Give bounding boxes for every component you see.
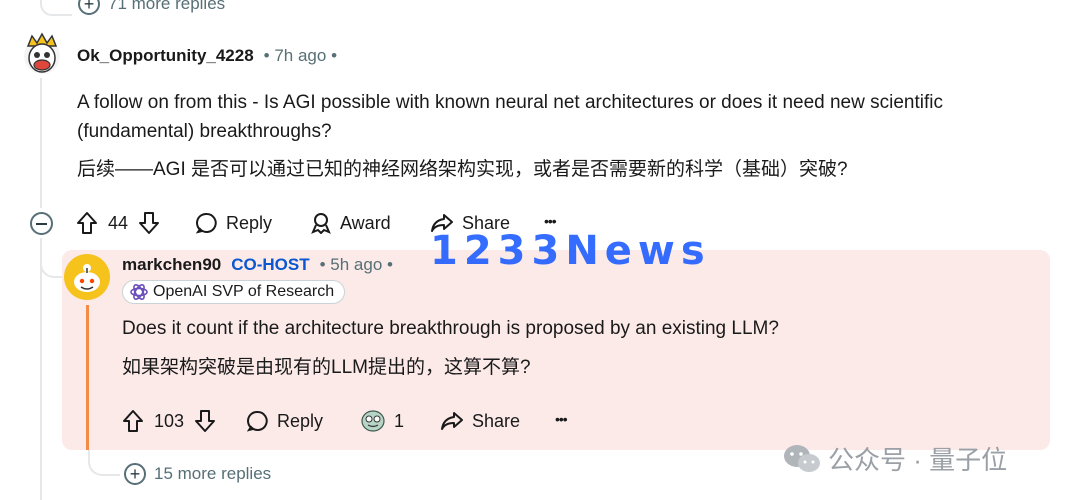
award-button[interactable]: 1 (360, 409, 404, 433)
wechat-label: 公众号 · 量子位 (828, 445, 1008, 475)
comment-text-zh: 后续——AGI 是否可以通过已知的神经网络架构实现，或者是否需要新的科学（基础）… (77, 159, 848, 180)
thread-line (40, 78, 42, 208)
wechat-icon (784, 444, 820, 472)
more-options-button[interactable]: ••• (555, 411, 568, 427)
comment-header: markchen90 CO-HOST • 5h ago • (122, 255, 393, 275)
avatar[interactable] (22, 32, 62, 76)
award-count: 1 (394, 410, 405, 431)
timestamp: • 5h ago • (319, 255, 393, 274)
comment-text-en-2: (fundamental) breakthroughs? (77, 121, 332, 142)
more-replies-label: 71 more replies (108, 0, 226, 13)
more-replies-bottom[interactable]: + 15 more replies (124, 463, 271, 485)
vote-bar: 44 (76, 211, 160, 235)
vote-bar: 103 (122, 409, 216, 433)
timestamp: • 7h ago • (263, 46, 338, 65)
username[interactable]: Ok_Opportunity_4228 (77, 46, 254, 66)
vote-count: 103 (154, 410, 185, 431)
flair-label: OpenAI SVP of Research (153, 283, 335, 300)
more-replies-label: 15 more replies (154, 464, 272, 483)
comment-header: Ok_Opportunity_4228 • 7h ago • (77, 46, 337, 66)
upvote-icon[interactable] (76, 211, 98, 235)
share-icon (441, 412, 463, 430)
award-icon (311, 213, 331, 234)
watermark: 1233News (430, 228, 711, 274)
comment-text-en-1: A follow on from this - Is AGI possible … (77, 92, 943, 113)
more-replies-top[interactable]: + 71 more replies (78, 0, 225, 15)
openai-icon (130, 284, 148, 300)
share-button[interactable]: Share (440, 410, 520, 432)
reply-label: Reply (277, 410, 324, 431)
thread-line (40, 238, 42, 500)
more-icon: ••• (544, 213, 557, 229)
comment-icon (247, 410, 268, 432)
downvote-icon[interactable] (138, 211, 160, 235)
upvote-icon[interactable] (122, 409, 144, 433)
username[interactable]: markchen90 (122, 255, 221, 275)
award-button[interactable]: Award (310, 212, 391, 234)
comment-text-en: Does it count if the architecture breakt… (122, 318, 779, 339)
comment-text-zh: 如果架构突破是由现有的LLM提出的，这算不算? (122, 357, 531, 378)
minus-icon (36, 222, 47, 225)
avatar[interactable] (64, 254, 110, 300)
expand-icon: + (124, 463, 146, 485)
vote-count: 44 (108, 212, 129, 233)
share-label: Share (472, 410, 521, 431)
expand-icon: + (78, 0, 100, 15)
wechat-watermark: 公众号 · 量子位 (782, 440, 1007, 477)
award-emoji-icon (361, 410, 385, 432)
cohost-badge: CO-HOST (231, 255, 310, 274)
highlight-bar (86, 305, 89, 450)
reply-label: Reply (226, 212, 273, 233)
downvote-icon[interactable] (194, 409, 216, 433)
more-icon: ••• (555, 411, 568, 427)
award-label: Award (340, 212, 391, 233)
comment-icon (196, 212, 217, 234)
reply-button[interactable]: Reply (196, 212, 272, 234)
comment-body: A follow on from this - Is AGI possible … (77, 88, 1057, 184)
collapse-button[interactable] (30, 212, 53, 235)
user-flair: OpenAI SVP of Research (122, 280, 346, 304)
reply-button[interactable]: Reply (247, 410, 323, 432)
thread-curve (40, 0, 72, 16)
more-options-button[interactable]: ••• (544, 213, 557, 229)
comment-body: Does it count if the architecture breakt… (122, 314, 1022, 382)
